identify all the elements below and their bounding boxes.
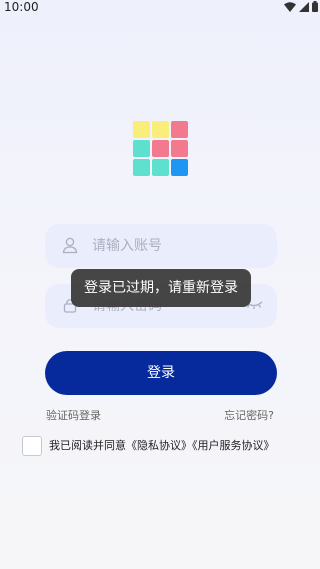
status-time: 10:00 bbox=[4, 0, 39, 14]
logo-tile bbox=[152, 140, 169, 157]
agreement-row: 我已阅读并同意《隐私协议》《用户服务协议》 bbox=[22, 436, 275, 456]
status-bar: 10:00 bbox=[0, 0, 320, 14]
sms-login-link[interactable]: 验证码登录 bbox=[46, 409, 101, 423]
logo-tile bbox=[133, 159, 150, 176]
username-placeholder: 请输入账号 bbox=[92, 238, 162, 254]
status-icons bbox=[284, 1, 318, 12]
logo-tile bbox=[133, 121, 150, 138]
user-icon bbox=[62, 237, 78, 254]
logo-tile bbox=[152, 121, 169, 138]
logo-tile bbox=[133, 140, 150, 157]
wifi-icon bbox=[284, 1, 296, 12]
agreement-checkbox[interactable] bbox=[22, 436, 42, 456]
app-logo bbox=[133, 121, 189, 177]
signal-icon bbox=[299, 1, 309, 12]
login-button[interactable]: 登录 bbox=[45, 351, 277, 395]
agreement-text[interactable]: 我已阅读并同意《隐私协议》《用户服务协议》 bbox=[49, 436, 275, 456]
logo-tile bbox=[171, 121, 188, 138]
logo-tile bbox=[152, 159, 169, 176]
logo-tile bbox=[171, 159, 188, 176]
forgot-password-link[interactable]: 忘记密码? bbox=[224, 409, 274, 423]
battery-icon bbox=[312, 1, 318, 12]
username-field[interactable]: 请输入账号 bbox=[45, 224, 277, 268]
session-expired-toast: 登录已过期，请重新登录 bbox=[71, 269, 251, 307]
logo-tile bbox=[171, 140, 188, 157]
